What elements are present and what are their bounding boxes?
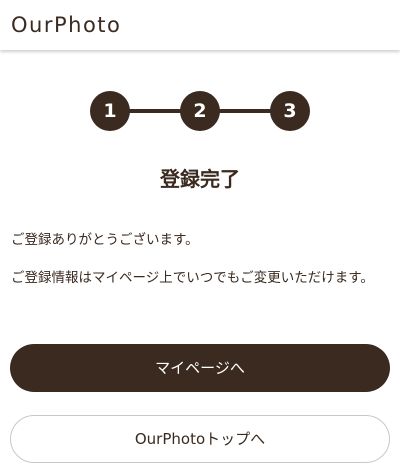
thanks-message: ご登録ありがとうございます。 [11, 232, 199, 248]
step-3: 3 [270, 91, 310, 131]
registration-complete-page: OurPhoto 1 2 3 登録完了 ご登録ありがとうございます。 ご登録情報… [0, 0, 400, 473]
ourphoto-logo[interactable]: OurPhoto [11, 11, 121, 39]
mypage-button[interactable]: マイページへ [10, 344, 390, 392]
header: OurPhoto [0, 0, 400, 50]
step-2: 2 [180, 91, 220, 131]
page-title: 登録完了 [160, 167, 240, 191]
info-message: ご登録情報はマイページ上でいつでもご変更いただけます。 [11, 270, 374, 286]
step-1: 1 [90, 91, 130, 131]
progress-stepper: 1 2 3 [90, 91, 310, 131]
ourphoto-top-button[interactable]: OurPhotoトップへ [10, 415, 390, 463]
